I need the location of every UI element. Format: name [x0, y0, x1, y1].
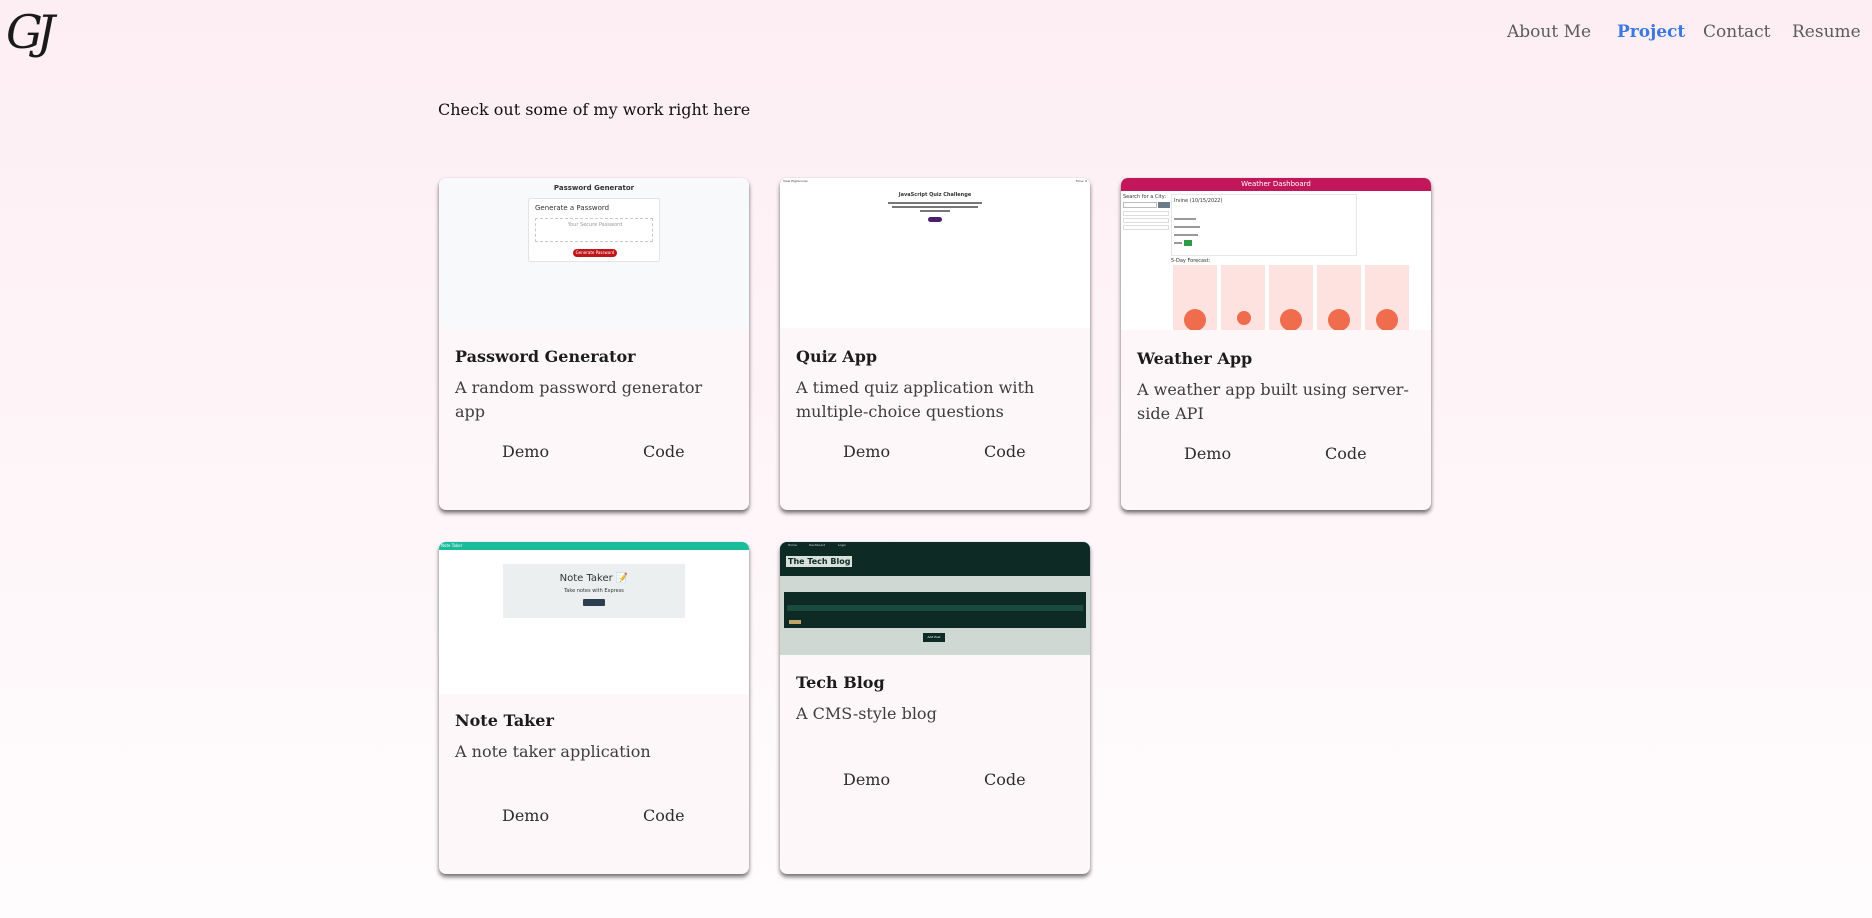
project-description: A note taker application — [455, 742, 651, 761]
project-card-password-generator: Password Generator Generate a Password Y… — [439, 178, 749, 510]
code-button[interactable]: Code — [643, 442, 685, 461]
thumb-heading: Note Taker 📝 — [559, 573, 629, 584]
thumb-post-button — [789, 620, 801, 624]
thumb-search-label: Search for a City: — [1123, 194, 1167, 200]
project-description: A weather app built using server-side AP… — [1137, 380, 1409, 423]
demo-button[interactable]: Demo — [843, 770, 890, 789]
demo-button[interactable]: Demo — [843, 442, 890, 461]
thumb-banner-title: Weather Dashboard — [1241, 180, 1311, 188]
thumb-line — [1174, 226, 1200, 228]
project-title: Note Taker — [455, 711, 554, 730]
thumb-nav-home: Home — [788, 543, 797, 547]
thumb-banner-label: Note Taker — [441, 543, 463, 548]
project-title: Weather App — [1137, 349, 1253, 368]
project-description: A random password generator app — [455, 378, 703, 421]
project-screenshot[interactable]: View Highscores Time: 0 JavaScript Quiz … — [780, 178, 1090, 328]
thumb-nav-login: Login — [838, 543, 847, 547]
thumb-subheading: Take notes with Express — [564, 588, 624, 594]
thumb-timer: Time: 0 — [1075, 179, 1087, 183]
project-screenshot[interactable]: Password Generator Generate a Password Y… — [439, 178, 749, 328]
thumb-post — [784, 592, 1086, 628]
thumb-card: Generate a Password Your Secure Password… — [528, 198, 660, 262]
sun-icon — [1280, 309, 1302, 330]
nav-resume[interactable]: Resume — [1792, 22, 1861, 42]
project-card-tech-blog: Home Dashboard Login The Tech Blog Add P… — [780, 542, 1090, 874]
project-title: Password Generator — [455, 347, 636, 366]
thumb-line — [1174, 242, 1182, 244]
thumb-forecast-card — [1317, 265, 1361, 330]
demo-button[interactable]: Demo — [1184, 444, 1231, 463]
sun-icon — [1328, 309, 1350, 330]
thumb-history-item — [1123, 211, 1169, 216]
sun-icon — [1184, 309, 1206, 330]
project-screenshot[interactable]: Home Dashboard Login The Tech Blog Add P… — [780, 542, 1090, 655]
thumb-highscores: View Highscores — [783, 179, 808, 183]
project-description: A timed quiz application with multiple-c… — [796, 378, 1035, 421]
nav-project[interactable]: Project — [1617, 22, 1685, 42]
thumb-forecast-card — [1173, 265, 1217, 330]
thumb-card-title: Generate a Password — [535, 204, 610, 212]
thumb-heading: Password Generator — [553, 184, 635, 192]
thumb-nav-dashboard: Dashboard — [809, 543, 826, 547]
thumb-add-post-label: Add Post — [927, 635, 941, 639]
thumb-search-button — [1158, 202, 1170, 208]
demo-button[interactable]: Demo — [502, 442, 549, 461]
project-title: Tech Blog — [796, 673, 885, 692]
thumb-heading: JavaScript Quiz Challenge — [898, 192, 972, 198]
thumb-get-started-button — [583, 599, 605, 606]
thumb-banner: Note Taker — [439, 542, 749, 550]
thumb-banner: Weather Dashboard — [1121, 178, 1431, 191]
code-button[interactable]: Code — [984, 442, 1026, 461]
project-screenshot[interactable]: Note Taker Note Taker 📝 Take notes with … — [439, 542, 749, 694]
thumb-forecast-card — [1365, 265, 1409, 330]
project-title: Quiz App — [796, 347, 878, 366]
thumb-line — [1174, 218, 1196, 220]
thumb-jumbotron: Note Taker 📝 Take notes with Express — [503, 564, 685, 618]
thumb-text-line — [920, 210, 950, 212]
thumb-placeholder: Your Secure Password — [567, 222, 623, 228]
thumb-current-weather: Irvine (10/15/2022) — [1171, 194, 1357, 256]
code-button[interactable]: Code — [984, 770, 1026, 789]
logo[interactable]: GJ — [6, 8, 55, 56]
thumb-add-post-button: Add Post — [923, 633, 945, 642]
thumb-header: Home Dashboard Login The Tech Blog — [780, 542, 1090, 576]
intro-text: Check out some of my work right here — [438, 100, 751, 119]
project-description: A CMS-style blog — [796, 704, 937, 723]
thumb-post-body — [787, 605, 1083, 611]
project-card-weather-app: Weather Dashboard Search for a City: Irv… — [1121, 178, 1431, 510]
sun-icon — [1376, 309, 1398, 330]
demo-button[interactable]: Demo — [502, 806, 549, 825]
project-screenshot[interactable]: Weather Dashboard Search for a City: Irv… — [1121, 178, 1431, 330]
thumb-text-line — [892, 206, 978, 208]
thumb-forecast-label: 5-Day Forecast: — [1171, 258, 1211, 264]
thumb-forecast-card — [1269, 265, 1313, 330]
thumb-generate-button: Generate Password — [573, 249, 617, 257]
code-button[interactable]: Code — [643, 806, 685, 825]
nav-about-me[interactable]: About Me — [1507, 22, 1591, 42]
thumb-generate-label: Generate Password — [575, 250, 615, 255]
thumb-uv-badge — [1184, 240, 1192, 246]
thumb-history-item — [1123, 218, 1169, 223]
thumb-search-input — [1123, 202, 1157, 208]
project-card-note-taker: Note Taker Note Taker 📝 Take notes with … — [439, 542, 749, 874]
nav-contact[interactable]: Contact — [1703, 22, 1771, 42]
thumb-start-button — [928, 217, 942, 222]
project-card-quiz-app: View Highscores Time: 0 JavaScript Quiz … — [780, 178, 1090, 510]
thumb-forecast-card — [1221, 265, 1265, 330]
thumb-line — [1174, 234, 1198, 236]
thumb-title-box: The Tech Blog — [786, 556, 853, 567]
thumb-city-heading: Irvine (10/15/2022) — [1174, 198, 1223, 204]
thumb-heading: The Tech Blog — [788, 557, 851, 566]
thumb-history-item — [1123, 225, 1169, 230]
thumb-text-line — [888, 202, 982, 204]
thumb-textarea: Your Secure Password — [535, 218, 653, 242]
code-button[interactable]: Code — [1325, 444, 1367, 463]
sun-icon — [1237, 311, 1251, 325]
